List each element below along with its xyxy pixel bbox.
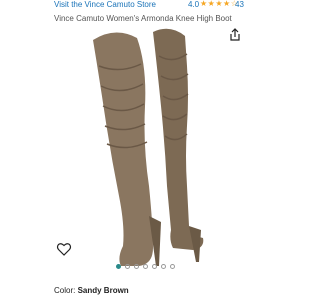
- color-value: Sandy Brown: [77, 286, 129, 295]
- heart-icon[interactable]: [56, 241, 72, 257]
- color-label: Color:: [54, 286, 76, 295]
- pagination-dot[interactable]: [125, 264, 130, 269]
- pagination-dot[interactable]: [134, 264, 139, 269]
- product-title: Vince Camuto Women's Armonda Knee High B…: [54, 14, 232, 23]
- pagination-dot[interactable]: [161, 264, 166, 269]
- store-link[interactable]: Visit the Vince Camuto Store: [54, 0, 156, 9]
- image-pagination: [116, 264, 175, 269]
- product-image[interactable]: [50, 26, 250, 270]
- rating-stars[interactable]: ★★★★☆: [200, 0, 238, 8]
- color-selection: Color: Sandy Brown: [54, 286, 129, 295]
- share-icon[interactable]: [228, 28, 242, 42]
- header-row: Visit the Vince Camuto Store 4.0 ★★★★☆ 4…: [0, 0, 300, 12]
- pagination-dot[interactable]: [116, 264, 121, 269]
- pagination-dot[interactable]: [152, 264, 157, 269]
- boots-image: [93, 28, 204, 266]
- pagination-dot[interactable]: [143, 264, 148, 269]
- pagination-dot[interactable]: [170, 264, 175, 269]
- rating-value[interactable]: 4.0: [188, 0, 199, 9]
- review-count[interactable]: 43: [235, 0, 244, 9]
